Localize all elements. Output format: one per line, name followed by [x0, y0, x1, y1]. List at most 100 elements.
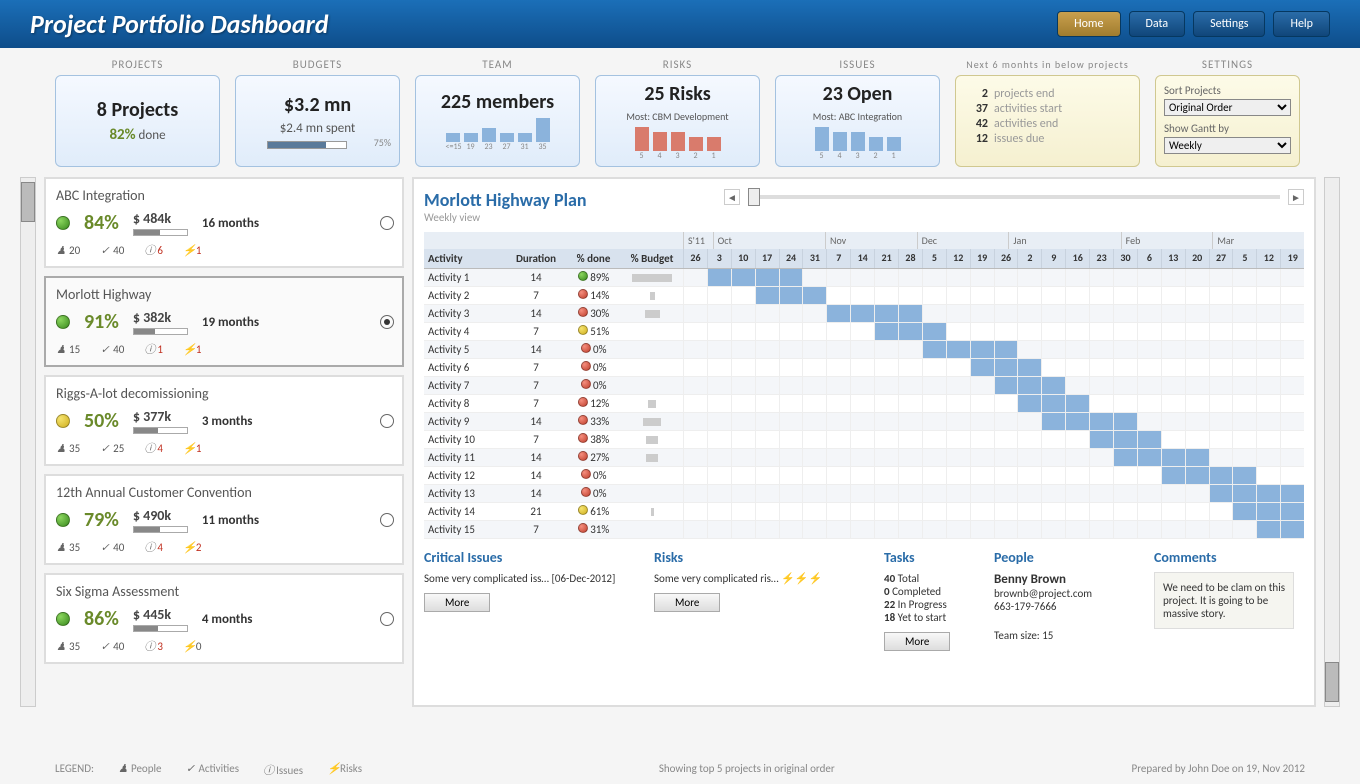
project-radio[interactable] [380, 612, 394, 626]
project-radio[interactable] [380, 216, 394, 230]
bolt-icon: ⚡ [183, 442, 193, 455]
info-icon: ⓘ [144, 539, 154, 555]
bolt-icon: ⚡ [327, 762, 337, 775]
check-icon: ✓ [100, 640, 110, 653]
legend-right: Prepared by John Doe on 19, Nov 2012 [1132, 762, 1305, 778]
project-budget: $ 377k [133, 408, 188, 425]
gantt-row: Activity 514 0% [424, 341, 1304, 359]
project-name: Riggs-A-lot decomissioning [56, 385, 392, 402]
project-duration: 4 months [202, 612, 253, 627]
gantt-row: Activity 1114 27% [424, 449, 1304, 467]
nav: Home Data Settings Help [1057, 11, 1330, 37]
budgets-spent: $2.4 mn spent [244, 121, 391, 136]
card-team[interactable]: 225 members <=151923273135 [415, 75, 580, 167]
nav-settings[interactable]: Settings [1193, 11, 1265, 37]
project-duration: 3 months [202, 414, 253, 429]
gantt-row: Activity 87 12% [424, 395, 1304, 413]
info-icon: ⓘ [263, 762, 273, 778]
nav-home[interactable]: Home [1057, 11, 1120, 37]
project-card[interactable]: Morlott Highway 91% $ 382k 19 months ♟15… [44, 276, 404, 367]
detail-title: Morlott Highway Plan [424, 189, 587, 211]
card-risks[interactable]: 25 Risks Most: CBM Development 54321 [595, 75, 760, 167]
project-name: Six Sigma Assessment [56, 583, 392, 600]
card-issues[interactable]: 23 Open Most: ABC Integration 54321 [775, 75, 940, 167]
scrollbar-left[interactable] [20, 177, 36, 707]
card-projects[interactable]: 8 Projects 82% done [55, 75, 220, 167]
card-budgets[interactable]: $3.2 mn $2.4 mn spent 75% [235, 75, 400, 167]
people-name: Benny Brown [994, 572, 1134, 587]
card-label: ISSUES [839, 58, 875, 71]
card-label: PROJECTS [112, 58, 164, 71]
more-risks[interactable]: More [654, 593, 720, 612]
bolt-icon: ⚡ [183, 640, 193, 653]
gantt-row: Activity 27 14% [424, 287, 1304, 305]
nav-data[interactable]: Data [1129, 11, 1186, 37]
timeline-next[interactable]: ► [1288, 189, 1304, 205]
nav-help[interactable]: Help [1273, 11, 1330, 37]
project-card[interactable]: 12th Annual Customer Convention 79% $ 49… [44, 474, 404, 565]
gantt-row: Activity 77 0% [424, 377, 1304, 395]
status-dot [56, 216, 70, 230]
col-budget: % Budget [621, 249, 683, 268]
gantt-row: Activity 107 38% [424, 431, 1304, 449]
project-pct: 86% [84, 607, 119, 631]
project-radio[interactable] [380, 513, 394, 527]
project-pct: 79% [84, 508, 119, 532]
project-card[interactable]: ABC Integration 84% $ 484k 16 months ♟20… [44, 177, 404, 268]
section-issues: Critical Issues Some very complicated is… [424, 549, 634, 651]
check-icon: ✓ [100, 343, 110, 356]
info-icon: ⓘ [144, 341, 154, 357]
team-count: 225 members [424, 90, 571, 114]
gantt-row: Activity 1314 0% [424, 485, 1304, 503]
timeline-slider[interactable] [748, 195, 1280, 199]
status-dot [56, 315, 70, 329]
bolt-icon: ⚡ [183, 541, 193, 554]
project-name: Morlott Highway [56, 286, 392, 303]
project-budget: $ 445k [133, 606, 188, 623]
col-done: % done [566, 249, 621, 268]
budgets-total: $3.2 mn [244, 93, 391, 117]
people-icon: ♟ [56, 640, 66, 653]
project-budget: $ 490k [133, 507, 188, 524]
settings-label: SETTINGS [1202, 58, 1253, 71]
scrollbar-right[interactable] [1324, 177, 1340, 707]
gantt-select[interactable]: Weekly [1164, 137, 1291, 154]
project-radio[interactable] [380, 315, 394, 329]
project-radio[interactable] [380, 414, 394, 428]
more-issues[interactable]: More [424, 593, 490, 612]
gantt-row: Activity 314 30% [424, 305, 1304, 323]
people-team: Team size: 15 [994, 629, 1134, 642]
info-icon: ⓘ [144, 638, 154, 654]
sort-label: Sort Projects [1164, 84, 1221, 97]
section-risks: Risks Some very complicated ris… ⚡⚡⚡ Mor… [654, 549, 864, 651]
people-email: brownb@project.com [994, 587, 1134, 600]
gantt-row: Activity 47 51% [424, 323, 1304, 341]
col-duration: Duration [506, 249, 566, 268]
more-tasks[interactable]: More [884, 632, 950, 651]
card-label: RISKS [663, 58, 692, 71]
legend-center: Showing top 5 projects in original order [659, 762, 835, 778]
project-list: ABC Integration 84% $ 484k 16 months ♟20… [44, 177, 404, 707]
header: Project Portfolio Dashboard Home Data Se… [0, 0, 1360, 48]
bolt-icon: ⚡ [183, 244, 193, 257]
status-dot [56, 612, 70, 626]
detail-subtitle: Weekly view [424, 211, 587, 224]
gantt-row: Activity 67 0% [424, 359, 1304, 377]
section-tasks: Tasks 40 Total0 Completed22 In Progress1… [884, 549, 974, 651]
project-pct: 50% [84, 409, 119, 433]
sort-select[interactable]: Original Order [1164, 99, 1291, 116]
people-phone: 663-179-7666 [994, 600, 1134, 613]
timeline-prev[interactable]: ◄ [724, 189, 740, 205]
project-pct: 91% [84, 310, 119, 334]
project-card[interactable]: Six Sigma Assessment 86% $ 445k 4 months… [44, 573, 404, 664]
people-icon: ♟ [56, 541, 66, 554]
people-icon: ♟ [56, 442, 66, 455]
gantt-row: Activity 114 89% [424, 269, 1304, 287]
issues-count: 23 Open [784, 82, 931, 106]
gantt-row: Activity 1421 61% [424, 503, 1304, 521]
project-card[interactable]: Riggs-A-lot decomissioning 50% $ 377k 3 … [44, 375, 404, 466]
bolt-icon: ⚡ [183, 343, 193, 356]
info-icon: ⓘ [144, 242, 154, 258]
detail-panel: Morlott Highway Plan Weekly view ◄ ► S'1… [412, 177, 1316, 707]
check-icon: ✓ [100, 244, 110, 257]
